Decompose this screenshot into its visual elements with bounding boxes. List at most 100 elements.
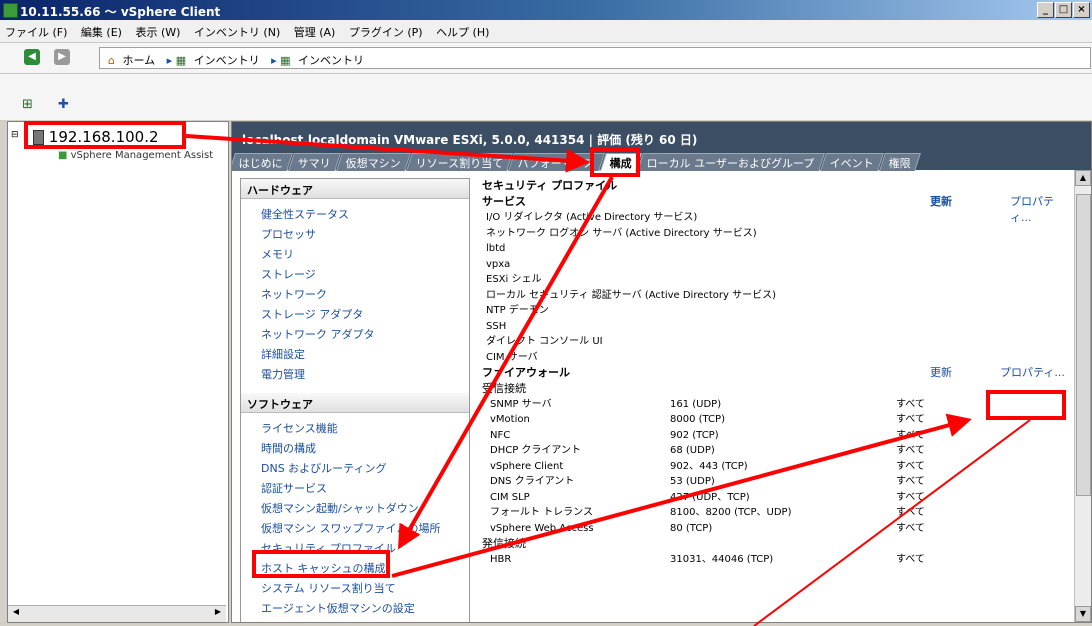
services-list: I/O リダイレクタ (Active Directory サービス) ネットワーク…	[482, 210, 1072, 365]
maximize-button[interactable]: □	[1055, 2, 1072, 18]
scroll-up-icon[interactable]: ▲	[1075, 170, 1091, 186]
firewall-name: SNMP サーバ	[490, 398, 552, 410]
firewall-port: 53 (UDP)	[670, 476, 715, 487]
tab-local-users[interactable]: ローカル ユーザーおよびグループ	[637, 153, 825, 171]
menu-help[interactable]: ヘルプ (H)	[431, 20, 494, 40]
firewall-port: 902 (TCP)	[670, 429, 719, 441]
incoming-heading: 受信接続	[482, 382, 526, 395]
hardware-heading: ハードウェア	[241, 179, 469, 199]
software-link[interactable]: 仮想マシン スワップファイルの場所	[261, 519, 469, 539]
collapse-icon[interactable]: ⊟	[11, 130, 19, 140]
menu-inventory[interactable]: インベントリ (N)	[189, 20, 285, 40]
scroll-down-icon[interactable]: ▼	[1075, 606, 1091, 622]
hardware-link[interactable]: 電力管理	[261, 365, 469, 385]
firewall-port: 8100、8200 (TCP、UDP)	[670, 507, 792, 518]
breadcrumb-inventory-1[interactable]: インベントリ	[190, 48, 260, 68]
tree-horizontal-scrollbar[interactable]: ◀ ▶	[8, 605, 226, 622]
hardware-link[interactable]: 詳細設定	[261, 345, 469, 365]
firewall-port: 161 (UDP)	[670, 398, 722, 410]
software-link[interactable]: ライセンス機能	[261, 419, 469, 439]
menu-admin[interactable]: 管理 (A)	[289, 20, 341, 40]
tab-summary[interactable]: サマリ	[288, 153, 341, 171]
software-link[interactable]: 時間の構成	[261, 439, 469, 459]
software-link[interactable]: DNS およびルーティング	[261, 459, 469, 479]
firewall-heading: ファイアウォール 更新 プロパティ...	[482, 365, 1065, 381]
breadcrumb-arrow-icon: ▸	[271, 54, 277, 67]
hardware-link[interactable]: ネットワーク	[261, 285, 469, 305]
breadcrumb: ⌂ ホーム ▸ ▦ インベントリ ▸ ▦ インベントリ	[99, 47, 1091, 69]
firewall-properties-link[interactable]: プロパティ...	[1000, 365, 1065, 381]
service-item: ローカル セキュリティ 認証サーバ (Active Directory サービス…	[486, 289, 777, 301]
close-button[interactable]: ×	[1073, 2, 1090, 18]
firewall-row: HBR 31031、44046 (TCP) すべて	[482, 552, 1072, 568]
host-title: localhost.localdomain VMware ESXi, 5.0.0…	[242, 133, 698, 147]
firewall-scope: すべて	[896, 491, 925, 503]
hardware-link[interactable]: 健全性ステータス	[261, 205, 469, 225]
menu-edit[interactable]: 編集 (E)	[76, 20, 127, 40]
tab-virtual-machines[interactable]: 仮想マシン	[336, 153, 411, 171]
back-arrow-icon[interactable]: ◀	[24, 49, 40, 65]
inventory-icon: ▦	[280, 54, 291, 67]
firewall-scope: すべて	[896, 429, 925, 441]
breadcrumb-arrow-icon: ▸	[166, 54, 173, 67]
annotation-box-firewall-properties	[986, 390, 1066, 420]
forward-arrow-icon[interactable]: ▶	[54, 49, 70, 65]
inventory-icon: ▦	[175, 54, 187, 67]
hardware-link[interactable]: メモリ	[261, 245, 469, 265]
services-refresh-link[interactable]: 更新	[930, 194, 952, 210]
minimize-button[interactable]: _	[1037, 2, 1054, 18]
menu-plugins[interactable]: プラグイン (P)	[344, 20, 428, 40]
tab-resource-allocation[interactable]: リソース割り当て	[406, 153, 514, 171]
menu-file[interactable]: ファイル (F)	[0, 20, 72, 40]
main-panel: localhost.localdomain VMware ESXi, 5.0.0…	[231, 121, 1092, 623]
firewall-row: vSphere Client 902、443 (TCP) すべて	[482, 459, 1072, 475]
inventory-toolbar	[0, 74, 1092, 120]
firewall-row: DHCP クライアント 68 (UDP) すべて	[482, 443, 1072, 459]
service-item: lbtd	[486, 243, 506, 254]
main-vertical-scrollbar[interactable]: ▲ ▼	[1074, 170, 1091, 622]
outgoing-heading: 発信接続	[482, 537, 526, 550]
annotation-box-config-tab	[590, 148, 640, 177]
hardware-link[interactable]: プロセッサ	[261, 225, 469, 245]
navigation-bar: ◀ ▶ ⌂ ホーム ▸ ▦ インベントリ ▸ ▦ インベントリ	[0, 43, 1092, 74]
hardware-link[interactable]: ストレージ アダプタ	[261, 305, 469, 325]
firewall-refresh-link[interactable]: 更新	[930, 365, 952, 381]
breadcrumb-inventory-2[interactable]: インベントリ	[294, 48, 364, 68]
app-icon	[3, 3, 18, 18]
firewall-name: vSphere Web Access	[490, 522, 594, 534]
service-item: ダイレクト コンソール UI	[486, 336, 603, 347]
scroll-right-icon[interactable]: ▶	[211, 607, 225, 620]
tab-permissions[interactable]: 権限	[878, 153, 921, 171]
firewall-port: 31031、44046 (TCP)	[670, 553, 774, 565]
software-link[interactable]: 認証サービス	[261, 479, 469, 499]
software-link[interactable]: 仮想マシン起動/シャットダウン	[261, 499, 469, 519]
menu-bar: ファイル (F) 編集 (E) 表示 (W) インベントリ (N) 管理 (A)…	[0, 20, 1092, 43]
annotation-box-security-profile	[252, 550, 390, 578]
software-link[interactable]: システム リソース割り当て	[261, 579, 469, 599]
service-item: ネットワーク ログオン サーバ (Active Directory サービス)	[486, 227, 757, 239]
window-title: 10.11.55.66 ～ vSphere Client	[20, 5, 221, 19]
menu-view[interactable]: 表示 (W)	[130, 20, 185, 40]
tab-events[interactable]: イベント	[819, 153, 884, 171]
security-profile-title: セキュリティ プロファイル	[482, 179, 618, 192]
breadcrumb-home[interactable]: ホーム	[118, 48, 155, 68]
add-host-icon[interactable]: ⊞	[22, 98, 36, 112]
firewall-name: DHCP クライアント	[490, 445, 582, 456]
software-link[interactable]: エージェント仮想マシンの設定	[261, 599, 469, 619]
software-heading: ソフトウェア	[241, 393, 469, 413]
window-titlebar: 10.11.55.66 ～ vSphere Client _ □ ×	[0, 0, 1092, 20]
new-vm-icon[interactable]: ✚	[58, 98, 72, 112]
firewall-name: DNS クライアント	[490, 476, 575, 487]
tree-item-vm[interactable]: ■ vSphere Management Assist	[58, 150, 213, 161]
hardware-link[interactable]: ストレージ	[261, 265, 469, 285]
service-item: SSH	[486, 320, 507, 332]
firewall-port: 80 (TCP)	[670, 522, 713, 534]
firewall-row: vSphere Web Access 80 (TCP) すべて	[482, 521, 1072, 537]
hardware-link[interactable]: ネットワーク アダプタ	[261, 325, 469, 345]
scroll-thumb[interactable]	[1076, 194, 1091, 496]
firewall-row: CIM SLP 427 (UDP、TCP) すべて	[482, 490, 1072, 506]
tab-getting-started[interactable]: はじめに	[232, 153, 293, 171]
inventory-tree: ⊟ 192.168.100.2 ■ vSphere Management Ass…	[7, 121, 229, 623]
scroll-left-icon[interactable]: ◀	[9, 607, 23, 620]
firewall-scope: すべて	[896, 445, 925, 456]
